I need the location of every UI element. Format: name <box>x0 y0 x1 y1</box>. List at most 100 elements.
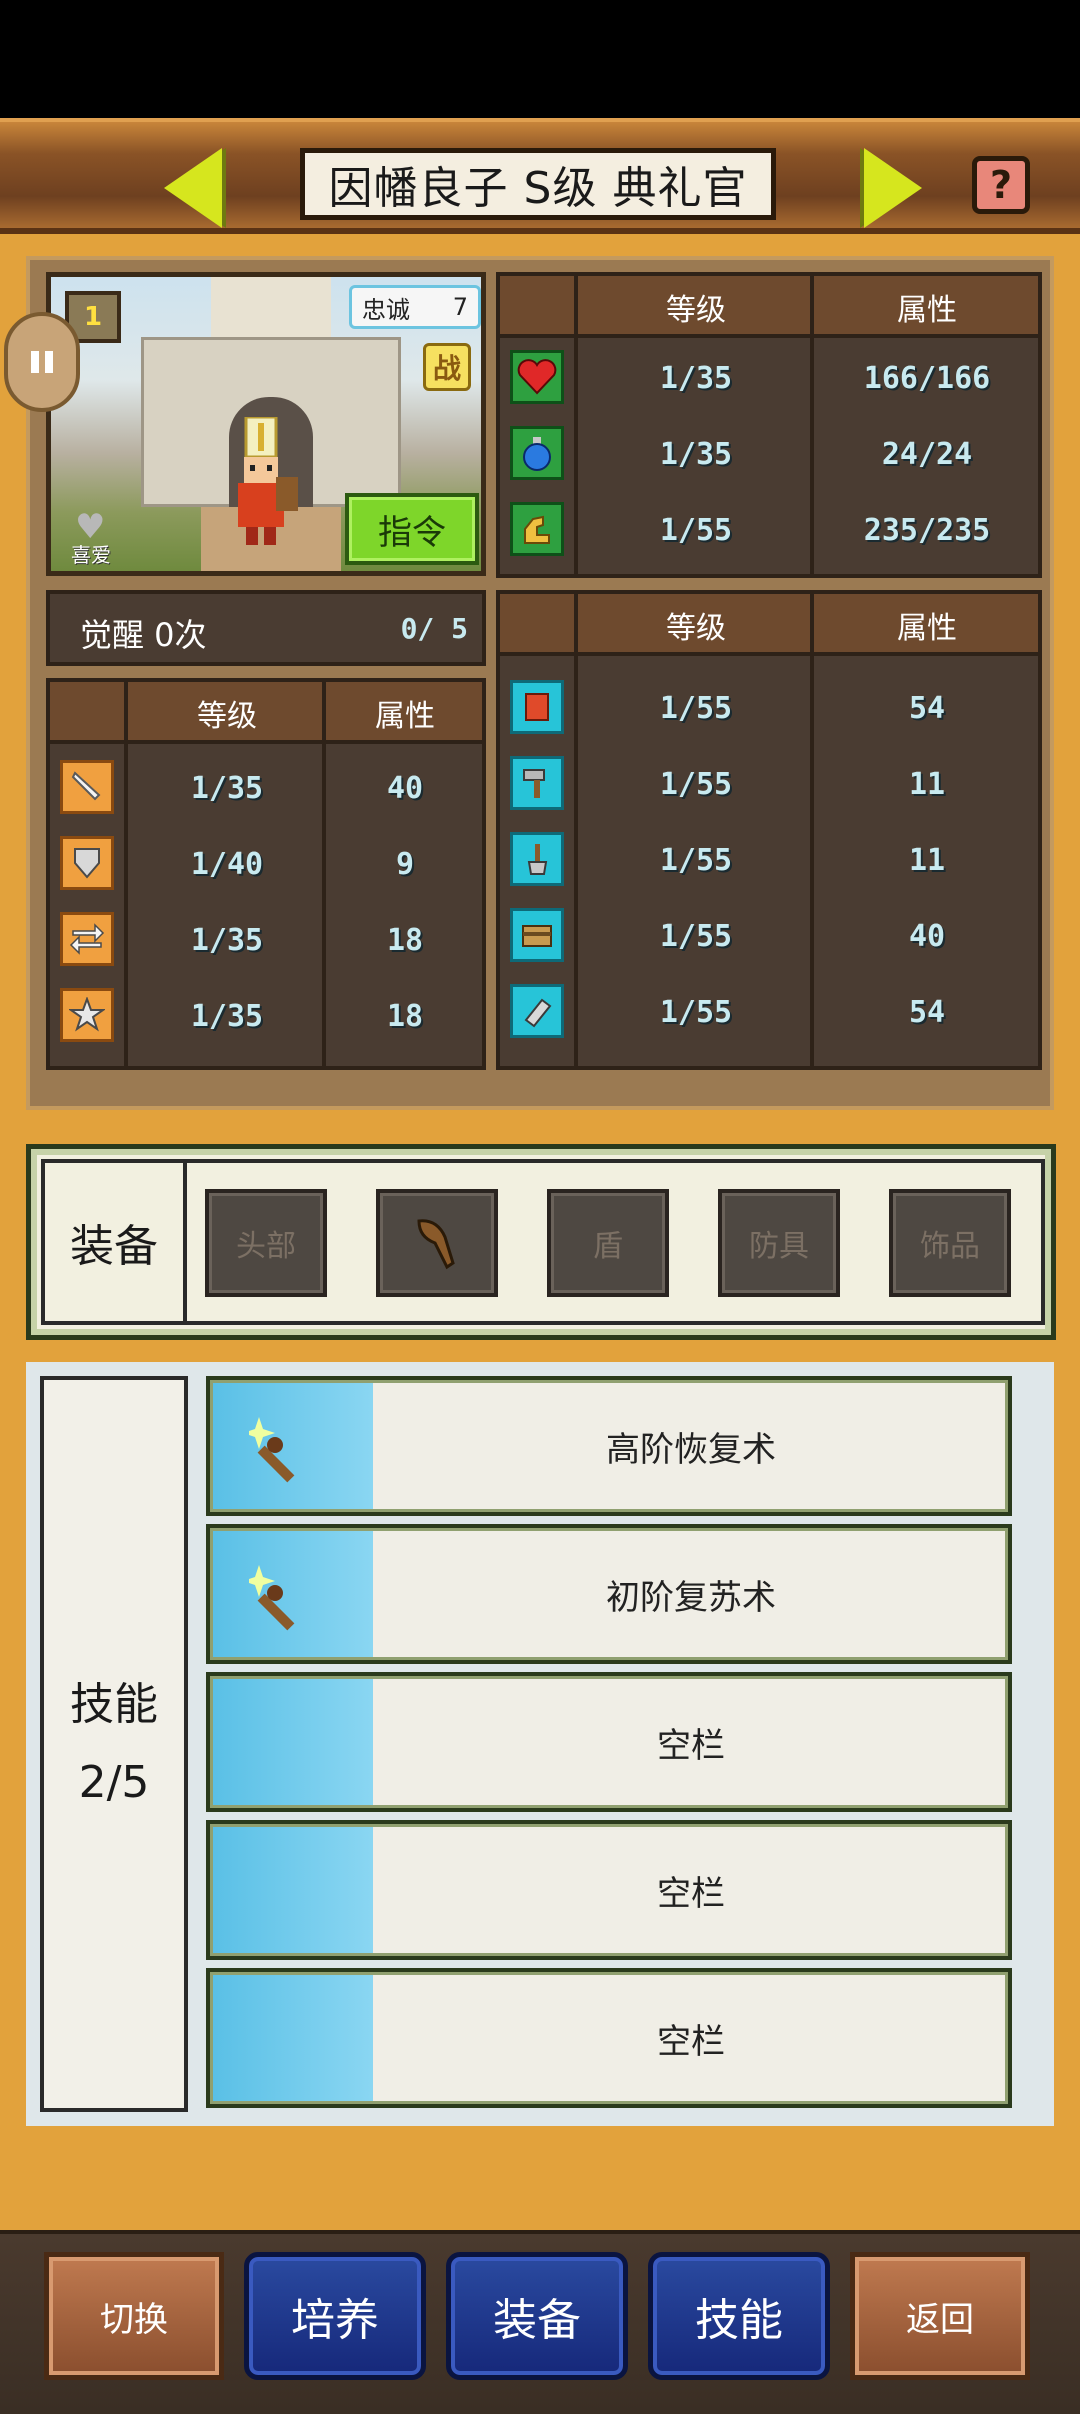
skill-name: 初阶复苏术 <box>606 1577 776 1618</box>
skills-label: 技能 <box>70 1679 158 1730</box>
table-cell-level: 1/55 <box>659 690 733 726</box>
loyalty-label: 忠诚 <box>362 295 410 324</box>
awaken-box: 觉醒 0次 0/ 5 <box>46 590 486 666</box>
table-cell-value: 9 <box>395 846 415 882</box>
skill-name: 高阶恢复术 <box>606 1429 776 1470</box>
table-cell-value: 54 <box>908 690 946 726</box>
strength-arm-icon <box>510 502 564 556</box>
table-cell-level: 1/35 <box>190 922 264 958</box>
table-cell-value: 40 <box>386 770 424 806</box>
bottom-nav: 切换 培养 装备 技能 返回 <box>0 2230 1080 2414</box>
switch-button[interactable]: 切换 <box>44 2252 224 2380</box>
hammer-icon <box>510 756 564 810</box>
skill-icon-area <box>213 1827 373 1953</box>
attribute-header: 属性 <box>897 611 957 646</box>
hero-sprite <box>238 417 298 545</box>
table-cell-level: 1/55 <box>659 994 733 1030</box>
skill-slot-5[interactable]: 空栏 <box>206 1968 1012 2108</box>
book-icon <box>510 680 564 734</box>
level-header: 等级 <box>197 699 257 734</box>
equip-slot-armor[interactable]: 防具 <box>718 1189 840 1297</box>
skills-count: 2/5 <box>78 1757 150 1808</box>
magic-wand-icon <box>249 1417 295 1483</box>
chest-icon <box>510 908 564 962</box>
skill-icon-area <box>213 1679 373 1805</box>
skill-slot-4[interactable]: 空栏 <box>206 1820 1012 1960</box>
table-cell-level: 1/35 <box>659 360 733 396</box>
table-cell-level: 1/55 <box>659 842 733 878</box>
club-icon <box>417 1219 455 1270</box>
table-cell-value: 40 <box>908 918 946 954</box>
table-cell-level: 1/55 <box>659 918 733 954</box>
table-cell-value: 235/235 <box>863 512 991 548</box>
skills-panel: 技能 2/5 高阶恢复术 初阶复苏术 空栏 空栏 空栏 <box>26 1362 1054 2126</box>
train-button[interactable]: 培养 <box>244 2252 426 2380</box>
combat-stats-table: 等级 属性 1/35 40 1/40 9 1/35 18 1/35 18 <box>46 678 486 1070</box>
skill-slot-3[interactable]: 空栏 <box>206 1672 1012 1812</box>
help-button[interactable]: ? <box>972 156 1030 214</box>
skill-slot-1[interactable]: 高阶恢复术 <box>206 1376 1012 1516</box>
equipment-panel: 装备 头部 盾 防具 饰品 <box>26 1144 1056 1340</box>
like-label: 喜爱 <box>71 543 111 567</box>
heart-icon <box>510 350 564 404</box>
pause-icon <box>31 351 53 373</box>
table-cell-level: 1/55 <box>659 766 733 802</box>
character-portrait: 1 忠诚 7 战 ♥ 喜爱 指令 <box>46 272 486 576</box>
level-header: 等级 <box>666 293 726 328</box>
battle-badge-icon[interactable]: 战 <box>423 343 471 391</box>
loyalty-value: 7 <box>452 293 468 321</box>
question-mark-icon: ? <box>989 163 1013 207</box>
stats-panel: 1 忠诚 7 战 ♥ 喜爱 指令 等级 属性 1/35 166/166 1/35… <box>4 256 1054 1110</box>
table-cell-level: 1/55 <box>659 512 733 548</box>
awaken-label: 觉醒 0次 <box>80 616 207 654</box>
loyalty-box: 忠诚 7 <box>349 285 481 329</box>
sword-icon <box>60 760 114 814</box>
skill-name: 空栏 <box>657 2021 725 2062</box>
potion-icon <box>510 426 564 480</box>
right-arrow-icon[interactable] <box>864 148 922 228</box>
table-cell-level: 1/35 <box>190 998 264 1034</box>
skill-name: 空栏 <box>657 1873 725 1914</box>
craft-stats-table: 等级 属性 1/55 54 1/55 11 1/55 11 1/55 40 1/… <box>496 590 1042 1070</box>
table-cell-value: 54 <box>908 994 946 1030</box>
equipment-slots: 头部 盾 防具 饰品 <box>187 1159 1045 1325</box>
table-cell-value: 11 <box>908 766 946 802</box>
table-cell-value: 18 <box>386 922 424 958</box>
equip-slot-head[interactable]: 头部 <box>205 1189 327 1297</box>
equip-slot-shield[interactable]: 盾 <box>547 1189 669 1297</box>
speed-arrows-icon <box>60 912 114 966</box>
table-cell-value: 166/166 <box>863 360 991 396</box>
vitals-table: 等级 属性 1/35 166/166 1/35 24/24 1/55 235/2… <box>496 272 1042 578</box>
character-title: 因幡良子 S级 典礼官 <box>300 148 776 220</box>
shield-icon <box>60 836 114 890</box>
star-icon <box>60 988 114 1042</box>
skill-icon-area <box>213 1531 373 1657</box>
table-cell-value: 24/24 <box>881 436 973 472</box>
back-button[interactable]: 返回 <box>850 2252 1030 2380</box>
attribute-header: 属性 <box>897 293 957 328</box>
skill-name: 空栏 <box>657 1725 725 1766</box>
table-cell-value: 18 <box>386 998 424 1034</box>
skills-label-box: 技能 2/5 <box>40 1376 188 2112</box>
command-button[interactable]: 指令 <box>345 493 479 565</box>
skill-icon-area <box>213 1975 373 2101</box>
skill-slot-2[interactable]: 初阶复苏术 <box>206 1524 1012 1664</box>
table-cell-level: 1/35 <box>659 436 733 472</box>
awaken-progress: 0/ 5 <box>400 612 468 645</box>
skill-icon-area <box>213 1383 373 1509</box>
left-arrow-icon[interactable] <box>164 148 222 228</box>
scroll-icon <box>510 984 564 1038</box>
skill-button[interactable]: 技能 <box>648 2252 830 2380</box>
table-cell-level: 1/40 <box>190 846 264 882</box>
equipment-label: 装备 <box>41 1159 187 1325</box>
top-bar: 因幡良子 S级 典礼官 ? <box>0 118 1080 234</box>
level-header: 等级 <box>666 611 726 646</box>
table-cell-value: 11 <box>908 842 946 878</box>
table-cell-level: 1/35 <box>190 770 264 806</box>
equip-slot-weapon[interactable] <box>376 1189 498 1297</box>
equip-button[interactable]: 装备 <box>446 2252 628 2380</box>
magic-wand-icon <box>249 1565 295 1631</box>
attribute-header: 属性 <box>375 699 435 734</box>
side-toggle-handle[interactable] <box>4 312 80 412</box>
equip-slot-accessory[interactable]: 饰品 <box>889 1189 1011 1297</box>
